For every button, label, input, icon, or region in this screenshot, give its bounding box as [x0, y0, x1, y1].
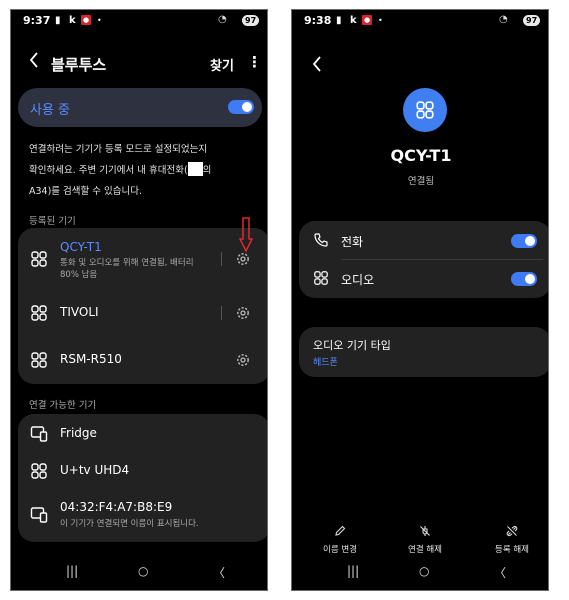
available-devices-header: 연결 가능한 기기	[29, 400, 97, 411]
unpair-icon	[506, 525, 518, 537]
phone-icon	[314, 233, 328, 247]
more-options-button[interactable]: ⋮	[247, 53, 262, 71]
gear-icon[interactable]	[235, 305, 251, 321]
device-status: 통화 및 오디오를 위해 연결됨, 배터리 80% 남음	[60, 258, 194, 280]
recents-button[interactable]: |||	[347, 564, 359, 578]
pencil-icon	[335, 525, 346, 536]
available-devices-card: Fridge U+tv UHD4 04:32:F4:A7:B8:E9 이 기기가…	[18, 414, 267, 542]
red-app-icon: ●	[81, 15, 91, 25]
description-line: 의	[202, 165, 212, 176]
audio-type-title: 오디오 기기 타입	[313, 339, 391, 352]
red-app-icon: ●	[362, 15, 372, 25]
profile-row-audio[interactable]: 오디오	[299, 260, 548, 298]
audio-type-value: 헤드폰	[313, 358, 338, 368]
device-row-unknown[interactable]: 04:32:F4:A7:B8:E9 이 기기가 연결되면 이름이 표시됩니다.	[18, 490, 267, 542]
device-row-fridge[interactable]: Fridge	[18, 414, 267, 452]
device-row-rsm-r510[interactable]: RSM-R510	[18, 336, 267, 384]
wifi-icon: ◔	[499, 14, 508, 25]
device-name: U+tv UHD4	[60, 463, 130, 477]
description-line: 연결하려는 기기가 등록 모드로 설정되었는지	[29, 144, 208, 155]
more-notifications-dot: •	[97, 16, 102, 25]
action-label: 이름 변경	[323, 545, 357, 555]
find-button[interactable]: 찾기	[210, 55, 234, 74]
device-name: RSM-R510	[60, 352, 122, 366]
rename-button[interactable]: 이름 변경	[310, 525, 370, 555]
back-button[interactable]	[29, 52, 39, 73]
recents-button[interactable]: |||	[66, 564, 78, 578]
device-row-utv-uhd4[interactable]: U+tv UHD4	[18, 452, 267, 490]
audio-switch[interactable]	[511, 272, 537, 286]
device-name: TIVOLI	[60, 305, 99, 319]
bluetooth-switch[interactable]	[228, 100, 254, 114]
k-app-icon: k	[350, 15, 357, 26]
redaction-box	[187, 162, 203, 176]
page-title: 블루투스	[51, 56, 107, 74]
description-line: A34)를 검색할 수 있습니다.	[29, 186, 143, 197]
status-bar: 9:38 ▮ k ● • ◔ 97	[292, 10, 548, 32]
registered-devices-card: QCY-T1 통화 및 오디오를 위해 연결됨, 배터리 80% 남음 TIVO…	[18, 228, 267, 384]
description-text: 연결하려는 기기가 등록 모드로 설정되었는지 확인하세요. 주변 기기에서 내…	[29, 139, 255, 202]
home-button[interactable]: ○	[138, 564, 148, 578]
divider	[221, 306, 222, 320]
earbuds-icon	[31, 305, 47, 321]
device-name: QCY-T1	[60, 240, 102, 254]
profile-row-call[interactable]: 전화	[299, 221, 548, 259]
device-name: Fridge	[60, 426, 97, 440]
profiles-card: 전화 오디오	[299, 221, 548, 298]
navigation-bar: ||| ○ 〈	[292, 560, 548, 590]
action-label: 연결 해제	[408, 545, 442, 555]
device-detail-screen: 9:38 ▮ k ● • ◔ 97 QCY-T1 연결됨 전화 오디오 오디오 …	[291, 9, 549, 591]
earbuds-icon	[314, 271, 328, 285]
profile-label: 전화	[341, 235, 364, 249]
status-bar: 9:37 ▮ k ● • ◔ 97	[11, 10, 267, 32]
device-row-qcy-t1[interactable]: QCY-T1 통화 및 오디오를 위해 연결됨, 배터리 80% 남음	[18, 228, 267, 290]
navigation-bar: ||| ○ 〈	[11, 560, 267, 590]
tablet-icon	[30, 426, 48, 442]
device-title: QCY-T1	[390, 146, 452, 165]
disconnect-icon	[420, 526, 430, 536]
status-time: 9:37	[23, 14, 51, 27]
earbuds-icon	[31, 352, 47, 368]
notification-icon: ▮	[336, 15, 342, 26]
wifi-icon: ◔	[218, 14, 227, 25]
more-notifications-dot: •	[378, 16, 383, 25]
divider	[221, 252, 222, 266]
registered-devices-header: 등록된 기기	[29, 216, 76, 227]
gear-icon[interactable]	[235, 251, 251, 267]
device-avatar	[403, 88, 447, 132]
tablet-icon	[30, 507, 48, 523]
call-switch[interactable]	[511, 234, 537, 248]
connection-status: 연결됨	[407, 176, 435, 187]
notification-icon: ▮	[55, 15, 61, 26]
bluetooth-settings-screen: 9:37 ▮ k ● • ◔ 97 블루투스 찾기 ⋮ 사용 중 연결하려는 기…	[10, 9, 268, 591]
description-line: 확인하세요. 주변 기기에서 내 휴대전화(	[29, 165, 188, 176]
home-button[interactable]: ○	[419, 564, 429, 578]
annotation-arrow-icon	[239, 217, 253, 253]
disconnect-button[interactable]: 연결 해제	[395, 525, 455, 555]
battery-icon: 97	[523, 15, 541, 26]
status-time: 9:38	[304, 14, 332, 27]
nav-back-button[interactable]: 〈	[494, 564, 506, 581]
nav-back-button[interactable]: 〈	[213, 564, 225, 581]
unpair-button[interactable]: 등록 해제	[482, 525, 542, 555]
audio-type-card[interactable]: 오디오 기기 타입 헤드폰	[299, 327, 548, 377]
in-use-label: 사용 중	[30, 103, 71, 118]
device-status: 이 기기가 연결되면 이름이 표시됩니다.	[60, 519, 199, 529]
gear-icon[interactable]	[235, 352, 251, 368]
device-name: 04:32:F4:A7:B8:E9	[60, 500, 173, 514]
device-row-tivoli[interactable]: TIVOLI	[18, 290, 267, 336]
earbuds-icon	[31, 463, 47, 479]
earbuds-icon	[416, 101, 434, 119]
action-label: 등록 해제	[495, 545, 529, 555]
k-app-icon: k	[69, 15, 76, 26]
back-button[interactable]	[312, 56, 322, 77]
bluetooth-toggle-row[interactable]: 사용 중	[18, 88, 262, 127]
profile-label: 오디오	[341, 273, 375, 287]
earbuds-icon	[31, 251, 47, 267]
battery-icon: 97	[242, 15, 260, 26]
